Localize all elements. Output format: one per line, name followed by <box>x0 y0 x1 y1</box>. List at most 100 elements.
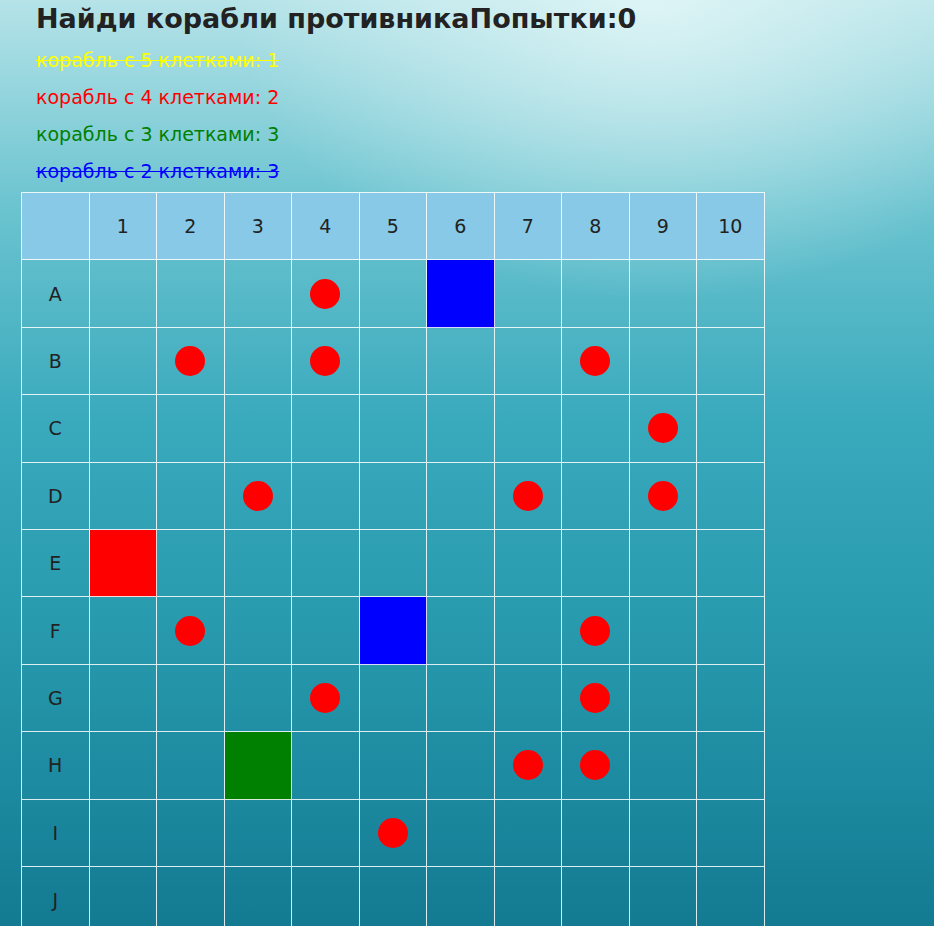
board-cell[interactable] <box>90 395 158 462</box>
board-cell[interactable] <box>630 732 698 799</box>
board-cell[interactable] <box>225 867 293 926</box>
board-cell[interactable] <box>495 328 563 395</box>
board-cell[interactable] <box>427 597 495 664</box>
board-cell[interactable] <box>90 732 158 799</box>
board-cell[interactable] <box>427 395 495 462</box>
ship-legend: корабль с 5 клетками: 1корабль с 4 клетк… <box>36 38 934 190</box>
board-cell[interactable] <box>697 260 765 327</box>
board-cell[interactable] <box>562 260 630 327</box>
board-cell[interactable] <box>90 867 158 926</box>
board-cell[interactable] <box>225 260 293 327</box>
board-cell[interactable] <box>495 867 563 926</box>
board-cell[interactable] <box>157 732 225 799</box>
board-cell[interactable] <box>630 800 698 867</box>
board-cell[interactable] <box>292 800 360 867</box>
board-cell[interactable] <box>630 665 698 732</box>
board-cell[interactable] <box>292 867 360 926</box>
board-cell[interactable] <box>630 597 698 664</box>
board-cell[interactable] <box>225 597 293 664</box>
board-cell[interactable] <box>225 530 293 597</box>
board-cell[interactable] <box>562 800 630 867</box>
title: Найди корабли противникаПопытки:0 <box>36 0 934 38</box>
board-cell[interactable] <box>360 867 428 926</box>
board-cell[interactable] <box>157 800 225 867</box>
board-cell[interactable] <box>697 463 765 530</box>
corner-cell <box>22 193 90 260</box>
board-cell[interactable] <box>630 530 698 597</box>
board-cell[interactable] <box>697 732 765 799</box>
board-cell[interactable] <box>495 597 563 664</box>
miss-marker-icon <box>580 616 610 646</box>
board-cell[interactable] <box>292 395 360 462</box>
board-cell[interactable] <box>225 328 293 395</box>
board-cell[interactable] <box>360 260 428 327</box>
board-cell[interactable] <box>90 260 158 327</box>
board-cell[interactable] <box>90 800 158 867</box>
board-cell[interactable] <box>90 328 158 395</box>
board-cell[interactable] <box>697 867 765 926</box>
board-cell[interactable] <box>360 328 428 395</box>
board-cell[interactable] <box>292 530 360 597</box>
board-cell[interactable] <box>360 665 428 732</box>
board-cell[interactable] <box>427 328 495 395</box>
board-cell[interactable] <box>495 800 563 867</box>
board-cell[interactable] <box>157 395 225 462</box>
board-cell[interactable] <box>157 530 225 597</box>
board-cell[interactable] <box>427 867 495 926</box>
column-header: 5 <box>360 193 428 260</box>
board-cell[interactable] <box>225 665 293 732</box>
board-cell[interactable] <box>562 395 630 462</box>
board-cell[interactable] <box>697 665 765 732</box>
miss-marker-icon <box>513 481 543 511</box>
board-cell[interactable] <box>292 732 360 799</box>
board-cell[interactable] <box>225 395 293 462</box>
board-cell[interactable] <box>495 530 563 597</box>
game-page: Найди корабли противникаПопытки:0корабль… <box>0 0 934 926</box>
board-cell[interactable] <box>697 530 765 597</box>
board-cell[interactable] <box>157 260 225 327</box>
column-header: 6 <box>427 193 495 260</box>
board-cell[interactable] <box>495 395 563 462</box>
board-cell[interactable] <box>427 530 495 597</box>
board-cell[interactable] <box>292 597 360 664</box>
miss-cell <box>157 597 225 664</box>
board-cell[interactable] <box>157 665 225 732</box>
board-cell[interactable] <box>157 867 225 926</box>
row-header: J <box>22 867 90 926</box>
column-header: 1 <box>90 193 158 260</box>
board-cell[interactable] <box>360 732 428 799</box>
board-cell[interactable] <box>360 395 428 462</box>
board-cell[interactable] <box>157 463 225 530</box>
column-header: 8 <box>562 193 630 260</box>
board-cell[interactable] <box>427 732 495 799</box>
board-cell[interactable] <box>495 260 563 327</box>
board-cell[interactable] <box>292 463 360 530</box>
board-cell[interactable] <box>360 463 428 530</box>
board-cell[interactable] <box>90 597 158 664</box>
miss-cell <box>562 732 630 799</box>
board-cell[interactable] <box>90 665 158 732</box>
board-cell[interactable] <box>427 665 495 732</box>
board-cell[interactable] <box>562 530 630 597</box>
board-cell[interactable] <box>630 328 698 395</box>
board-cell[interactable] <box>495 665 563 732</box>
game-header: Найди корабли противникаПопытки:0корабль… <box>0 0 934 190</box>
board-cell[interactable] <box>697 328 765 395</box>
board-cell[interactable] <box>562 463 630 530</box>
board-cell[interactable] <box>427 463 495 530</box>
board-cell[interactable] <box>427 800 495 867</box>
board-cell[interactable] <box>697 395 765 462</box>
miss-cell <box>562 597 630 664</box>
legend-item: корабль с 5 клетками: 1 <box>36 42 934 79</box>
attempts-counter: Попытки:0 <box>470 3 637 34</box>
board-cell[interactable] <box>90 463 158 530</box>
board-cell[interactable] <box>225 800 293 867</box>
board-cell[interactable] <box>562 867 630 926</box>
board-cell[interactable] <box>630 867 698 926</box>
miss-marker-icon <box>580 750 610 780</box>
board-cell[interactable] <box>630 260 698 327</box>
board-cell[interactable] <box>697 800 765 867</box>
miss-cell <box>360 800 428 867</box>
board-cell[interactable] <box>360 530 428 597</box>
board-cell[interactable] <box>697 597 765 664</box>
